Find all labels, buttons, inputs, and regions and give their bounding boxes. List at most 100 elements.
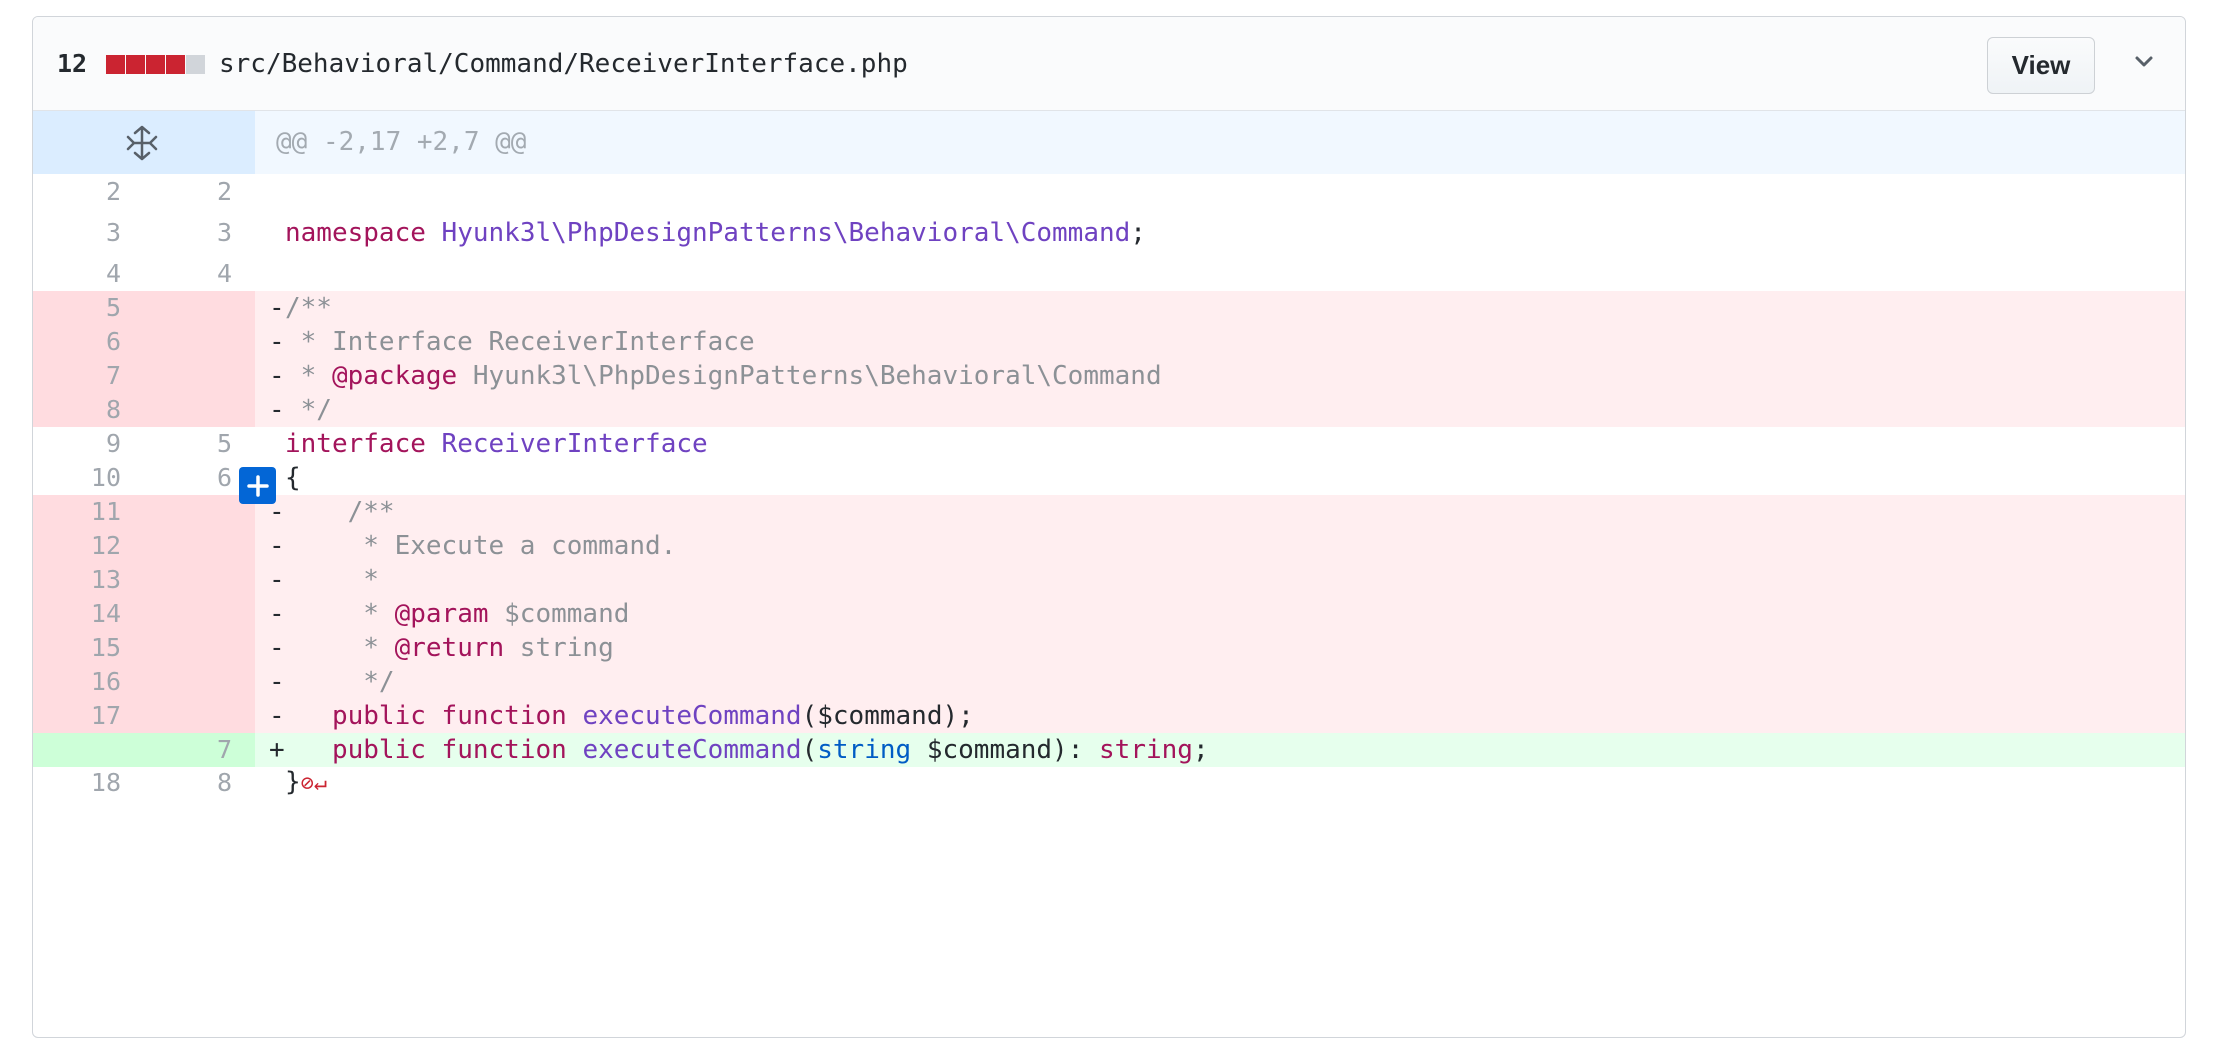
old-line-number[interactable]: 4 [61,257,121,291]
new-line-number[interactable]: 4 [172,257,232,291]
diff-line-row: 10 6 { [33,461,2185,504]
diff-marker: + [269,735,285,765]
code-cell [255,174,2185,209]
old-line-number[interactable]: 3 [61,209,121,257]
code-cell: - * @param $command [255,597,2185,631]
function-name: executeCommand [582,701,802,731]
diff-file-panel: 12 src/Behavioral/Command/ReceiverInterf… [32,16,2186,1038]
old-line-number[interactable]: 13 [61,563,121,597]
no-newline-icon: ⊘↵ [300,771,328,796]
unfold-icon [126,125,158,161]
changes-count: 12 [57,49,88,78]
old-line-number[interactable]: 15 [61,631,121,665]
diffstat-block [106,55,125,74]
code-cell: - * @return string [255,631,2185,665]
new-line-number[interactable]: 3 [172,209,232,257]
diff-line-row: 44 [33,257,2185,291]
namespace-name: Hyunk3l\PhpDesignPatterns\Behavioral\Com… [441,218,1131,248]
old-line-number[interactable]: 14 [61,597,121,631]
comment-text: * [285,361,332,391]
function-name: executeCommand [582,735,802,765]
old-line-number[interactable]: 8 [61,393,121,427]
new-line-number[interactable]: 5 [172,427,232,461]
return-type: string [1099,735,1193,765]
code-cell: - public function executeCommand($comman… [255,699,2185,733]
add-comment-button[interactable] [239,467,276,504]
diff-marker: - [269,565,285,595]
old-line-number[interactable]: 6 [61,325,121,359]
diff-marker: - [269,599,285,629]
punctuation: ( [801,735,818,765]
old-line-number[interactable]: 10 [61,461,121,495]
diff-line-row: 22 [33,174,2185,209]
diff-line-row: 7 + public function executeCommand(string… [33,733,2185,767]
diff-line-row: 14 - * @param $command [33,597,2185,631]
diff-line-row: 9 5 interface ReceiverInterface [33,427,2185,461]
old-line-number[interactable]: 11 [61,495,121,529]
diffstat-block [126,55,145,74]
keyword: namespace [285,218,426,248]
diff-marker: - [269,327,285,357]
diff-line-row: 12 - * Execute a command. [33,529,2185,563]
diff-line-row: 8 - */ [33,393,2185,427]
punctuation: ; [1130,218,1146,248]
comment-text: * [285,565,379,595]
old-line-number[interactable]: 7 [61,359,121,393]
view-file-button[interactable]: View [1987,37,2095,94]
old-line-number[interactable]: 17 [61,699,121,733]
keyword: public [331,701,426,731]
code-cell: - * Interface ReceiverInterface [255,325,2185,359]
keyword: public [331,735,426,765]
new-line-number[interactable]: 8 [172,767,232,798]
comment-text: * [285,633,395,663]
comment-text: Hyunk3l\PhpDesignPatterns\Behavioral\Com… [457,361,1162,391]
code-cell [255,257,2185,291]
diff-line-row: 18 8 }⊘↵ [33,767,2185,798]
doc-tag: @param [394,599,489,629]
diff-line-row: 13 - * [33,563,2185,597]
old-line-number[interactable]: 2 [61,174,121,209]
comment-text: * Interface ReceiverInterface [285,327,755,357]
diff-marker: - [269,667,285,697]
code-text: $command): [911,735,1100,765]
new-line-number[interactable]: 2 [172,174,232,209]
comment-text: $command [488,599,630,629]
diff-marker: - [269,293,285,323]
code-cell: - */ [255,665,2185,699]
collapse-chevron-down-icon[interactable] [2129,47,2159,77]
diff-table: @@ -2,17 +2,7 @@ 22 33 namespace Hyunk3l… [33,111,2185,798]
code-text: ($command); [801,701,974,731]
new-line-number[interactable]: 6 [172,461,232,495]
punctuation: ; [1192,735,1209,765]
file-header: 12 src/Behavioral/Command/ReceiverInterf… [33,17,2185,111]
hunk-header-text: @@ -2,17 +2,7 @@ [276,127,527,157]
diff-marker: - [269,361,285,391]
old-line-number[interactable]: 18 [61,767,121,798]
diff-line-row: 11 - /** [33,495,2185,529]
code-cell: - * [255,563,2185,597]
diff-line-row: 17 - public function executeCommand($comm… [33,699,2185,733]
comment-text: */ [285,395,332,425]
diffstat-block [146,55,165,74]
type-name: string [817,735,912,765]
doc-tag: @package [331,361,458,391]
code-cell: - * Execute a command. [255,529,2185,563]
diff-line-row: 15 - * @return string [33,631,2185,665]
old-line-number[interactable]: 9 [61,427,121,461]
old-line-number[interactable]: 5 [61,291,121,325]
code-cell: -/** [255,291,2185,325]
code-cell: { [255,461,2185,495]
old-line-number[interactable]: 12 [61,529,121,563]
code-text: } [285,767,301,797]
diff-marker: - [269,633,285,663]
expand-lines-button[interactable] [33,111,255,174]
new-line-number[interactable]: 7 [172,733,232,767]
code-text: { [285,463,301,493]
code-cell: namespace Hyunk3l\PhpDesignPatterns\Beha… [255,209,2185,257]
diff-line-row: 5 -/** [33,291,2185,325]
old-line-number[interactable]: 16 [61,665,121,699]
code-cell: - */ [255,393,2185,427]
keyword: interface [285,429,426,459]
hunk-header-row: @@ -2,17 +2,7 @@ [33,111,2185,174]
file-path-link[interactable]: src/Behavioral/Command/ReceiverInterface… [219,49,908,79]
